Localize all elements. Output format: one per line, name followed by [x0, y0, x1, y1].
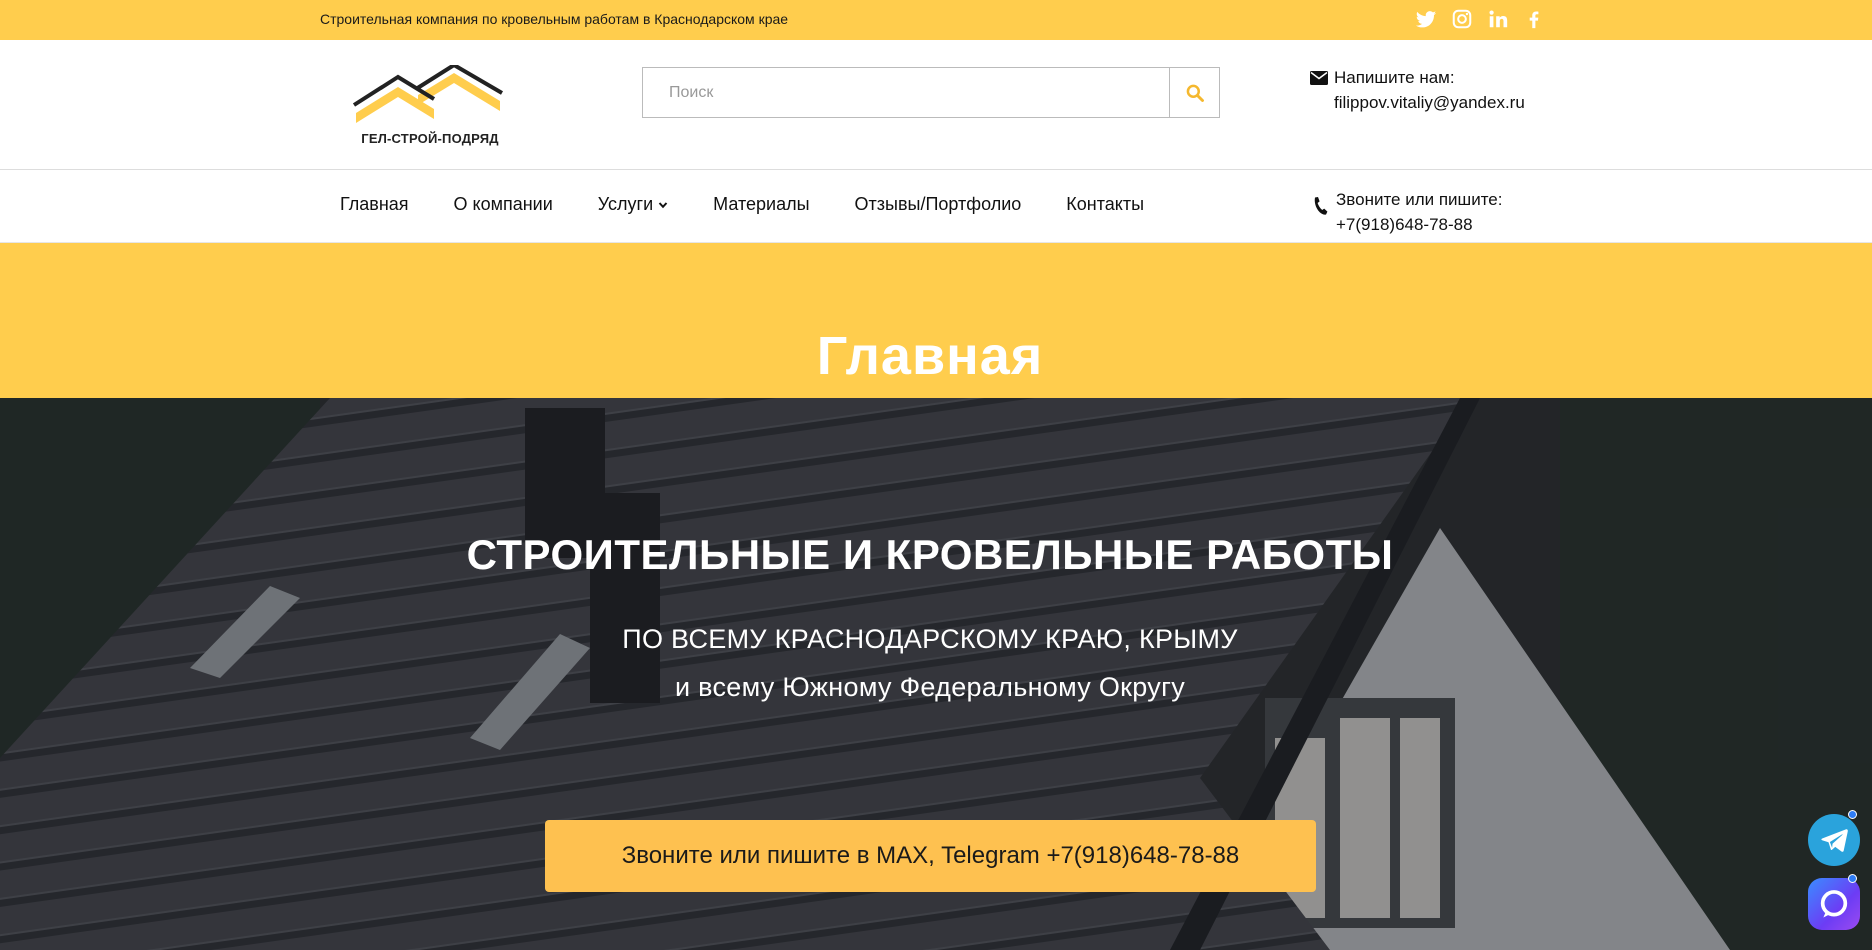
telegram-float-button[interactable]	[1808, 810, 1860, 866]
company-tagline: Строительная компания по кровельным рабо…	[320, 11, 789, 27]
nav-item-materials[interactable]: Материалы	[713, 194, 809, 215]
nav-item-contacts[interactable]: Контакты	[1066, 194, 1144, 215]
page-title-band: Главная	[0, 243, 1872, 398]
instagram-icon[interactable]	[1451, 8, 1473, 30]
max-messenger-icon	[1820, 890, 1848, 918]
envelope-icon	[1310, 71, 1328, 85]
nav-item-services-label: Услуги	[597, 194, 654, 214]
notification-dot	[1848, 810, 1857, 819]
main-navigation: Главная О компании Услуги Материалы Отзы…	[0, 170, 1872, 243]
logo-text: ГЕЛ-СТРОЙ-ПОДРЯД	[361, 131, 499, 146]
top-bar: Строительная компания по кровельным рабо…	[0, 0, 1872, 40]
phone-icon	[1314, 197, 1328, 215]
social-links	[1415, 8, 1545, 30]
nav-item-home[interactable]: Главная	[340, 194, 409, 215]
search-icon	[1186, 84, 1204, 102]
email-label: Напишите нам:	[1334, 68, 1455, 87]
search-box	[642, 67, 1220, 118]
page-title: Главная	[816, 326, 1044, 386]
facebook-icon[interactable]	[1523, 8, 1545, 30]
logo-roof-icon	[352, 62, 504, 123]
email-link[interactable]: filippov.vitaliy@yandex.ru	[1334, 93, 1525, 113]
hero-title: СТРОИТЕЛЬНЫЕ И КРОВЕЛЬНЫЕ РАБОТЫ	[466, 531, 1394, 578]
notification-dot	[1848, 874, 1857, 883]
telegram-icon	[1821, 829, 1848, 852]
hero-section: СТРОИТЕЛЬНЫЕ И КРОВЕЛЬНЫЕ РАБОТЫ ПО ВСЕМ…	[0, 398, 1872, 950]
nav-item-about[interactable]: О компании	[454, 194, 553, 215]
company-logo[interactable]: ГЕЛ-СТРОЙ-ПОДРЯД	[350, 62, 510, 165]
max-messenger-float-button[interactable]	[1808, 874, 1860, 930]
hero-subtitle-line1: ПО ВСЕМУ КРАСНОДАРСКОМУ КРАЮ, КРЫМУ	[622, 624, 1238, 654]
twitter-icon[interactable]	[1415, 8, 1437, 30]
site-header: ГЕЛ-СТРОЙ-ПОДРЯД Напишите нам: filippov.…	[0, 40, 1872, 170]
search-button[interactable]	[1169, 68, 1219, 117]
linkedin-icon[interactable]	[1487, 8, 1509, 30]
nav-item-services[interactable]: Услуги	[598, 194, 668, 215]
cta-contact-button[interactable]: Звоните или пишите в MAX, Telegram +7(91…	[545, 820, 1316, 892]
hero-subtitle-line2: и всему Южному Федеральному Округу	[674, 672, 1186, 702]
nav-item-reviews[interactable]: Отзывы/Портфолио	[855, 194, 1022, 215]
phone-link[interactable]: +7(918)648-78-88	[1336, 215, 1473, 235]
search-input[interactable]	[643, 68, 1169, 117]
phone-label: Звоните или пишите:	[1336, 190, 1503, 209]
chevron-down-icon	[658, 201, 668, 208]
